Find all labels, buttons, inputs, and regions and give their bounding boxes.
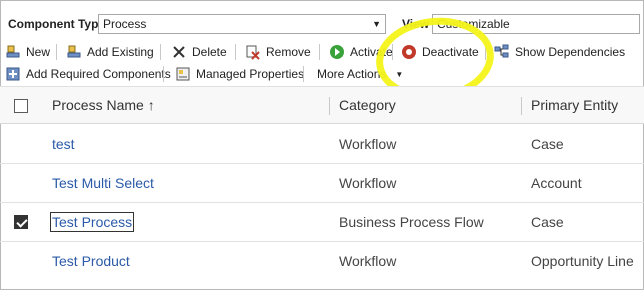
managed-properties-button[interactable]: Managed Properties: [175, 64, 304, 84]
dropdown-arrow-icon: ▼: [372, 19, 381, 29]
toolbar-divider: [319, 44, 320, 60]
category-cell: Workflow: [339, 136, 397, 152]
remove-button[interactable]: Remove: [245, 42, 311, 62]
add-required-icon: [5, 66, 21, 82]
process-name-link[interactable]: Test Multi Select: [52, 175, 154, 191]
toolbar-divider: [56, 44, 57, 60]
process-grid: Process Name ↑ Category Primary Entity t…: [0, 86, 644, 290]
primary-entity-cell: Account: [531, 175, 582, 191]
column-divider[interactable]: [329, 97, 330, 115]
column-header-primary-entity[interactable]: Primary Entity: [531, 97, 618, 113]
table-row[interactable]: test Workflow Case: [0, 125, 644, 164]
table-row[interactable]: Test Multi Select Workflow Account: [0, 164, 644, 203]
add-existing-button[interactable]: Add Existing: [66, 42, 154, 62]
new-button[interactable]: New: [5, 42, 50, 62]
component-type-select[interactable]: Process ▼: [98, 14, 386, 34]
primary-entity-cell: Case: [531, 214, 564, 230]
add-required-label: Add Required Components: [26, 67, 171, 81]
component-type-label: Component Type: [8, 17, 106, 31]
delete-button[interactable]: Delete: [171, 42, 227, 62]
managed-properties-icon: [175, 66, 191, 82]
toolbar-divider: [235, 44, 236, 60]
show-dependencies-button[interactable]: Show Dependencies: [494, 42, 625, 62]
process-name-link[interactable]: Test Process: [49, 212, 135, 232]
table-row[interactable]: Test Process Business Process Flow Case: [0, 203, 644, 242]
more-actions-label: More Actions: [317, 67, 387, 81]
new-icon: [5, 44, 21, 60]
category-cell: Business Process Flow: [339, 214, 484, 230]
column-header-category[interactable]: Category: [339, 97, 396, 113]
select-all-checkbox[interactable]: [14, 99, 28, 113]
category-cell: Workflow: [339, 253, 397, 269]
filter-bar: Component Type Process ▼ View Customizab…: [0, 0, 644, 40]
table-row[interactable]: Test Product Workflow Opportunity Line: [0, 242, 644, 281]
grid-header: Process Name ↑ Category Primary Entity: [0, 86, 644, 124]
add-existing-label: Add Existing: [87, 45, 154, 59]
add-existing-icon: [66, 44, 82, 60]
primary-entity-cell: Opportunity Line: [531, 253, 634, 269]
command-bar: New Add Existing Delete Remove Activate …: [0, 40, 644, 86]
column-header-process-name[interactable]: Process Name ↑: [52, 97, 155, 113]
dependencies-icon: [494, 44, 510, 60]
managed-properties-label: Managed Properties: [196, 67, 305, 81]
delete-icon: [171, 44, 187, 60]
process-name-link[interactable]: Test Product: [52, 253, 130, 269]
remove-icon: [245, 44, 261, 60]
toolbar-divider: [163, 66, 164, 82]
remove-label: Remove: [266, 45, 311, 59]
show-dependencies-label: Show Dependencies: [515, 45, 626, 59]
column-divider[interactable]: [521, 97, 522, 115]
process-name-link[interactable]: test: [52, 136, 75, 152]
toolbar-divider: [160, 44, 161, 60]
toolbar-divider: [303, 66, 304, 82]
new-label: New: [26, 45, 51, 59]
component-type-value: Process: [103, 17, 147, 31]
delete-label: Delete: [192, 45, 227, 59]
primary-entity-cell: Case: [531, 136, 564, 152]
add-required-components-button[interactable]: Add Required Components: [5, 64, 171, 84]
category-cell: Workflow: [339, 175, 397, 191]
row-checkbox[interactable]: [14, 215, 28, 229]
activate-icon: [329, 44, 345, 60]
